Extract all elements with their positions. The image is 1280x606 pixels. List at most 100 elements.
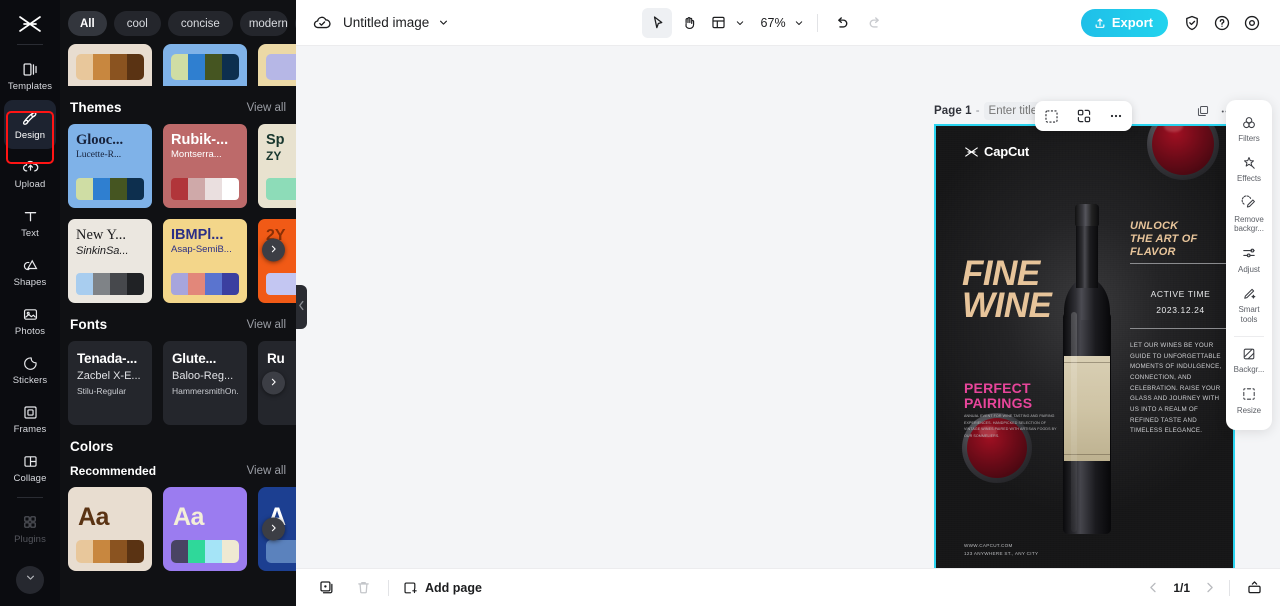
sidebar-item-upload[interactable]: Upload xyxy=(4,149,56,198)
fonts-next-button[interactable] xyxy=(262,371,285,395)
themes-view-all-link[interactable]: View all xyxy=(247,102,286,114)
theme-card[interactable]: 2Y Gro xyxy=(258,219,296,303)
chip-all[interactable]: All xyxy=(68,11,107,36)
poster-active-time[interactable]: ACTIVE TIME 2023.12.24 xyxy=(1130,287,1231,318)
colors-view-all-link[interactable]: View all xyxy=(247,465,286,477)
prev-page-button[interactable] xyxy=(1146,580,1161,595)
poster-unlock-heading[interactable]: UNLOCK THE ART OF FLAVOR xyxy=(1130,220,1197,260)
duplicate-icon[interactable] xyxy=(314,576,338,600)
color-card[interactable]: Aa xyxy=(68,487,152,571)
palette-card[interactable] xyxy=(68,44,152,86)
tool-label: Resize xyxy=(1236,405,1262,415)
sidebar-item-label: Frames xyxy=(13,423,47,435)
color-card[interactable]: Aa xyxy=(163,487,247,571)
delete-icon[interactable] xyxy=(351,576,375,600)
fonts-view-all-link[interactable]: View all xyxy=(247,319,286,331)
shield-button[interactable] xyxy=(1177,8,1207,38)
poster-canvas[interactable]: CapCut FINE WINE PERFECT PAIRINGS ANNUAL… xyxy=(934,124,1235,568)
hand-pan-tool[interactable] xyxy=(674,8,704,38)
export-button[interactable]: Export xyxy=(1080,8,1168,37)
add-page-button[interactable]: Add page xyxy=(402,580,482,596)
rail-divider-2 xyxy=(17,497,43,498)
themes-next-button[interactable] xyxy=(262,238,285,262)
theme-swatches xyxy=(76,273,144,295)
rail-collapse-button[interactable] xyxy=(16,566,44,594)
palette-card[interactable] xyxy=(163,44,247,86)
tool-adjust[interactable]: Adjust xyxy=(1227,240,1271,280)
chip-cool[interactable]: cool xyxy=(113,11,161,36)
font-card[interactable]: Tenada-... Zacbel X-E... Stilu-Regular xyxy=(68,341,152,425)
sidebar-item-frames[interactable]: Frames xyxy=(4,394,56,443)
chip-concise[interactable]: concise xyxy=(167,11,233,36)
canvas-area[interactable]: Page 1 - Enter title CapCut FINE WINE PE… xyxy=(296,46,1280,568)
auto-cutout-icon[interactable] xyxy=(1043,108,1060,125)
poster-body-text[interactable]: LET OUR WINES BE YOUR GUIDE TO UNFORGETT… xyxy=(1130,341,1228,437)
poster-pairings-body[interactable]: ANNUAL EVENT FOR WINE TASTING AND PAIRIN… xyxy=(964,413,1059,440)
tool-remove-background[interactable]: Remove backgr... xyxy=(1227,190,1271,240)
fonts-row-wrap: Tenada-... Zacbel X-E... Stilu-Regular G… xyxy=(60,341,296,425)
poster-artboard[interactable]: CapCut FINE WINE PERFECT PAIRINGS ANNUAL… xyxy=(936,126,1233,568)
sidebar-item-photos[interactable]: Photos xyxy=(4,296,56,345)
sidebar-item-collage[interactable]: Collage xyxy=(4,443,56,492)
tool-resize[interactable]: Resize xyxy=(1227,381,1271,421)
document-title[interactable]: Untitled image xyxy=(343,15,429,30)
theme-card[interactable]: New Y... SinkinSa... xyxy=(68,219,152,303)
more-horizontal-icon[interactable] xyxy=(1108,108,1124,124)
poster-brand-text: CapCut xyxy=(984,144,1030,159)
poster-headline[interactable]: FINE WINE xyxy=(962,256,1052,323)
wine-bottle-image[interactable] xyxy=(1057,204,1117,534)
theme-card[interactable]: Rubik-... Montserra... xyxy=(163,124,247,208)
page-navigation: 1/1 xyxy=(1146,576,1266,600)
layout-caret[interactable] xyxy=(732,8,748,38)
zoom-caret[interactable] xyxy=(790,8,808,38)
pairings-line1: PERFECT xyxy=(964,380,1031,396)
panel-scroll-region[interactable]: Themes View all Glooc... Lucette-R... Ru… xyxy=(60,44,296,606)
sidebar-item-design[interactable]: Design xyxy=(4,100,56,149)
layout-tool[interactable] xyxy=(706,8,730,38)
tool-filters[interactable]: Filters xyxy=(1227,109,1271,149)
help-button[interactable] xyxy=(1207,8,1237,38)
poster-pairings-heading[interactable]: PERFECT PAIRINGS xyxy=(964,380,1033,412)
sidebar-item-shapes[interactable]: Shapes xyxy=(4,247,56,296)
cloud-saved-icon[interactable] xyxy=(312,13,332,33)
palette-card[interactable] xyxy=(258,44,296,86)
settings-button[interactable] xyxy=(1237,8,1267,38)
unlock-line2: THE ART OF xyxy=(1130,233,1198,246)
next-page-button[interactable] xyxy=(1202,580,1217,595)
sidebar-item-stickers[interactable]: Stickers xyxy=(4,345,56,394)
sidebar-item-label: Upload xyxy=(14,178,46,190)
font-card[interactable]: Glute... Baloo-Reg... HammersmithOn... xyxy=(163,341,247,425)
sidebar-item-templates[interactable]: Templates xyxy=(4,51,56,100)
pairings-line2: PAIRINGS xyxy=(964,395,1033,412)
capcut-logo-icon[interactable] xyxy=(13,11,47,37)
section-title: Fonts xyxy=(70,317,108,332)
qr-code-icon[interactable] xyxy=(1076,108,1092,124)
panel-collapse-handle[interactable] xyxy=(296,285,307,329)
expand-panel-icon[interactable] xyxy=(1242,576,1266,600)
zoom-level[interactable]: 67% xyxy=(758,16,788,30)
right-tools-panel: Filters Effects Remove backgr... Adjust … xyxy=(1226,100,1272,430)
cursor-select-tool[interactable] xyxy=(642,7,673,38)
sidebar-item-text[interactable]: Text xyxy=(4,198,56,247)
duplicate-page-icon[interactable] xyxy=(1196,104,1210,118)
colors-next-button[interactable] xyxy=(262,517,285,541)
chevron-down-icon[interactable] xyxy=(437,16,450,29)
undo-button[interactable] xyxy=(827,8,857,38)
redo-button[interactable] xyxy=(859,8,889,38)
tool-background[interactable]: Backgr... xyxy=(1227,340,1271,380)
export-upload-icon xyxy=(1093,16,1107,30)
remove-background-icon xyxy=(1241,195,1257,212)
background-icon xyxy=(1241,345,1257,362)
palette-strip-partial xyxy=(60,44,296,86)
poster-footer[interactable]: WWW.CAPCUT.COM 123 ANYWHERE ST., ANY CIT… xyxy=(964,542,1038,559)
footer-line2: 123 ANYWHERE ST., ANY CITY xyxy=(964,551,1039,557)
tool-effects[interactable]: Effects xyxy=(1227,149,1271,189)
theme-card[interactable]: IBMPl... Asap-SemiB... xyxy=(163,219,247,303)
tool-smart-tools[interactable]: Smart tools xyxy=(1227,280,1271,330)
sidebar-item-plugins[interactable]: Plugins xyxy=(4,504,56,553)
theme-card[interactable]: Glooc... Lucette-R... xyxy=(68,124,152,208)
poster-brand[interactable]: CapCut xyxy=(964,144,1029,159)
theme-card[interactable]: Sp ZY xyxy=(258,124,296,208)
font-name-1: Glute... xyxy=(172,352,217,366)
chip-modern[interactable]: modern xyxy=(239,11,288,36)
